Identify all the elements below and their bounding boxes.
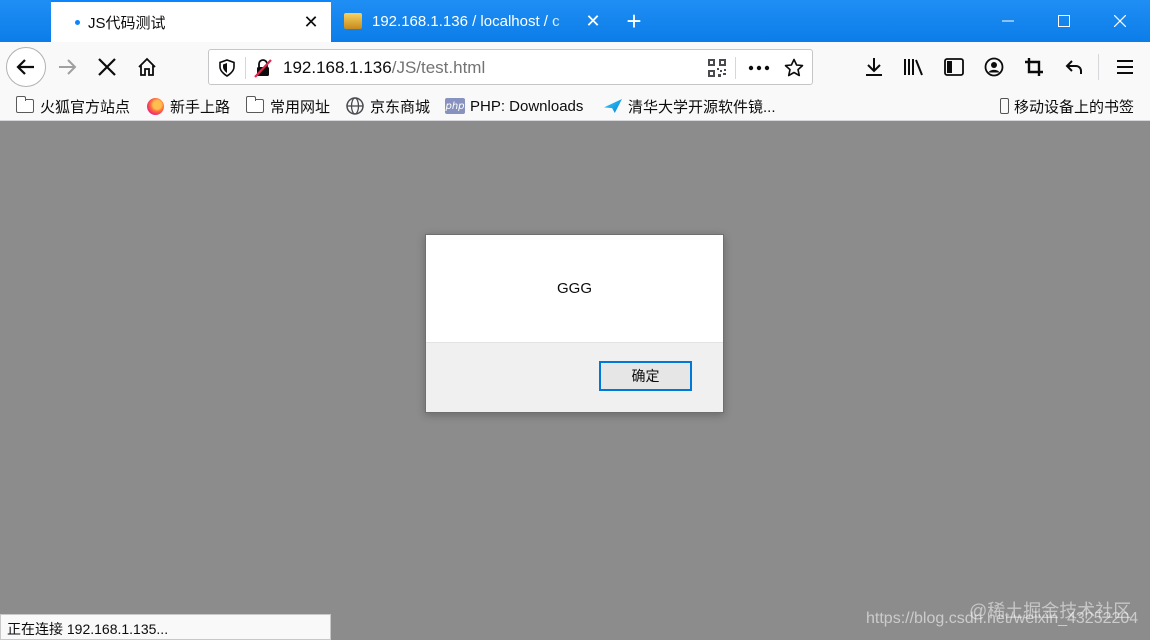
bookmarks-bar: 火狐官方站点 新手上路 常用网址 京东商城 php PHP: Downloads…	[0, 92, 1150, 121]
library-icon[interactable]	[897, 50, 931, 84]
maximize-icon[interactable]	[1036, 0, 1092, 42]
tab-title: 192.168.1.136 / localhost / c	[372, 12, 560, 30]
home-icon	[138, 57, 156, 76]
qr-code-icon[interactable]	[705, 56, 729, 80]
tracking-shield-icon[interactable]	[215, 56, 239, 80]
bookmark-item[interactable]: php PHP: Downloads	[445, 95, 584, 117]
bookmark-label: 移动设备上的书签	[1014, 98, 1135, 116]
url-text[interactable]: 192.168.1.136/JS/test.html	[283, 58, 485, 78]
alert-footer: 确定	[426, 342, 723, 412]
insecure-lock-icon[interactable]	[251, 56, 275, 80]
url-bar[interactable]: 192.168.1.136/JS/test.html	[208, 49, 813, 85]
firefox-icon	[146, 97, 164, 115]
bookmark-item[interactable]: 京东商城	[346, 95, 430, 117]
screenshot-crop-icon[interactable]	[1017, 50, 1051, 84]
bookmark-item[interactable]: 新手上路	[146, 95, 230, 117]
stop-icon	[98, 58, 116, 76]
status-text: 正在连接 192.168.1.135...	[0, 614, 331, 640]
bird-icon	[604, 97, 622, 115]
bookmark-folder[interactable]: 火狐官方站点	[15, 95, 131, 117]
window-close-icon[interactable]	[1092, 0, 1148, 42]
forward-button[interactable]	[50, 50, 84, 84]
php-icon: php	[445, 97, 465, 115]
phpmyadmin-favicon-icon	[344, 13, 362, 29]
url-path: /JS/test.html	[391, 58, 486, 77]
back-button[interactable]	[6, 47, 46, 87]
hamburger-menu-icon[interactable]	[1108, 50, 1142, 84]
url-host: 192.168.1.136	[283, 58, 392, 77]
undo-arrow-icon[interactable]	[1057, 50, 1091, 84]
home-button[interactable]	[130, 50, 164, 84]
folder-icon	[245, 96, 264, 115]
mobile-bookmarks-folder[interactable]: 移动设备上的书签	[998, 95, 1134, 117]
bookmark-star-icon[interactable]	[782, 56, 806, 80]
tab-close-icon[interactable]: ✕	[581, 9, 605, 33]
new-tab-button[interactable]: +	[618, 5, 650, 37]
stop-button[interactable]	[90, 50, 124, 84]
tab-js-test[interactable]: JS代码测试 ✕	[51, 0, 331, 42]
alert-message: GGG	[556, 280, 592, 297]
tab-bar: JS代码测试 ✕ 192.168.1.136 / localhost / c ✕…	[0, 0, 1150, 42]
tab-localhost[interactable]: 192.168.1.136 / localhost / c ✕	[333, 0, 613, 42]
bookmark-folder[interactable]: 常用网址	[245, 95, 331, 117]
nav-bar: 192.168.1.136/JS/test.html	[0, 42, 1150, 92]
bookmark-label: 京东商城	[370, 98, 431, 116]
bookmark-label: 常用网址	[270, 98, 331, 116]
url-separator	[735, 57, 736, 79]
sidebar-toggle-icon[interactable]	[937, 50, 971, 84]
minimize-icon[interactable]	[980, 0, 1036, 42]
globe-icon	[346, 97, 364, 115]
forward-arrow-icon	[59, 59, 77, 75]
url-separator	[245, 57, 246, 79]
folder-icon	[15, 96, 34, 115]
bookmark-item[interactable]: 清华大学开源软件镜...	[604, 95, 776, 117]
back-arrow-icon	[16, 59, 34, 75]
ok-button[interactable]: 确定	[599, 361, 692, 391]
tab-title: JS代码测试	[88, 14, 166, 32]
bookmark-label: 清华大学开源软件镜...	[628, 98, 776, 116]
alert-dialog: GGG 确定	[425, 234, 724, 413]
loading-dot-icon	[75, 19, 80, 25]
account-icon[interactable]	[977, 50, 1011, 84]
bookmark-label: PHP: Downloads	[470, 97, 584, 115]
tab-close-icon[interactable]: ✕	[299, 10, 323, 34]
watermark-url: https://blog.csdn.net/weixin_43252204	[866, 610, 1139, 627]
page-actions-more-icon[interactable]	[747, 56, 771, 80]
toolbar-separator	[1098, 54, 1099, 80]
phone-icon	[998, 97, 1010, 115]
bookmark-label: 火狐官方站点	[40, 98, 131, 116]
downloads-icon[interactable]	[857, 50, 891, 84]
bookmark-label: 新手上路	[170, 98, 231, 116]
